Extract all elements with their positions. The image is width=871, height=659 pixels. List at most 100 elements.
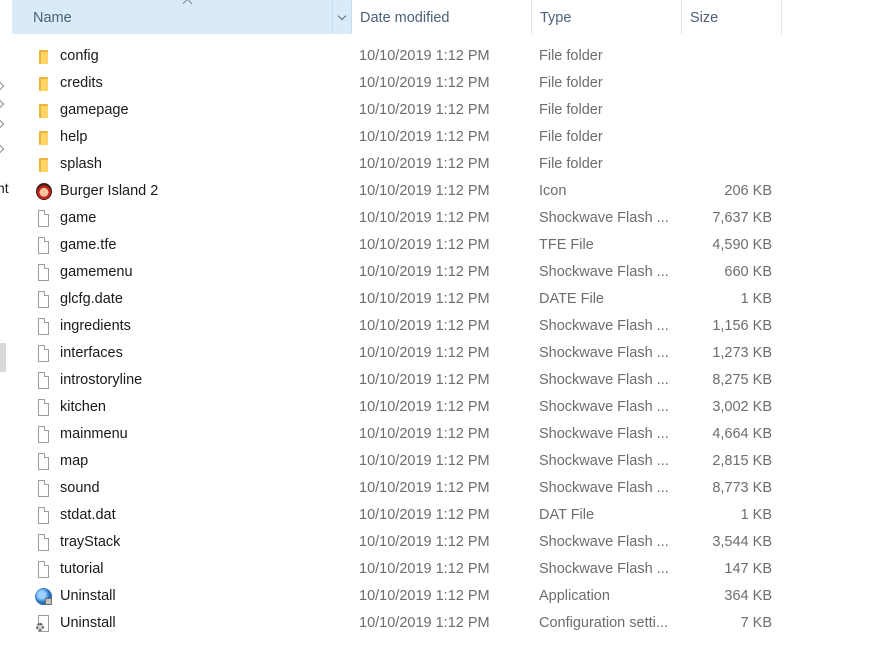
file-date-modified: 10/10/2019 1:12 PM	[359, 291, 490, 307]
file-date-modified: 10/10/2019 1:12 PM	[359, 399, 490, 415]
list-item[interactable]: sound 10/10/2019 1:12 PM Shockwave Flash…	[0, 475, 871, 502]
file-date-modified: 10/10/2019 1:12 PM	[359, 102, 490, 118]
blank-file-icon	[35, 561, 53, 579]
file-date-modified: 10/10/2019 1:12 PM	[359, 615, 490, 631]
list-item[interactable]: Uninstall 10/10/2019 1:12 PM Application…	[0, 583, 871, 610]
file-name: Uninstall	[60, 588, 116, 604]
file-type: Shockwave Flash ...	[539, 453, 669, 469]
file-date-modified: 10/10/2019 1:12 PM	[359, 453, 490, 469]
blank-file-icon	[35, 345, 53, 363]
column-header-date-modified[interactable]: Date modified	[352, 0, 532, 34]
uninstaller-globe-icon	[35, 588, 53, 606]
file-date-modified: 10/10/2019 1:12 PM	[359, 129, 490, 145]
file-name: Uninstall	[60, 615, 116, 631]
file-type: DAT File	[539, 507, 595, 523]
list-item[interactable]: interfaces 10/10/2019 1:12 PM Shockwave …	[0, 340, 871, 367]
file-type: File folder	[539, 102, 603, 118]
list-item[interactable]: glcfg.date 10/10/2019 1:12 PM DATE File …	[0, 286, 871, 313]
list-item[interactable]: stdat.dat 10/10/2019 1:12 PM DAT File 1 …	[0, 502, 871, 529]
file-size	[672, 124, 772, 151]
column-header-name-label: Name	[33, 10, 72, 26]
file-type: Configuration setti...	[539, 615, 668, 631]
file-size: 7 KB	[740, 615, 772, 631]
file-size: 364 KB	[724, 588, 772, 604]
column-header-size-label: Size	[690, 10, 719, 26]
file-name: splash	[60, 156, 102, 172]
file-type: Shockwave Flash ...	[539, 561, 669, 577]
list-item[interactable]: map 10/10/2019 1:12 PM Shockwave Flash .…	[0, 448, 871, 475]
file-type: File folder	[539, 156, 603, 172]
file-type: Application	[539, 588, 610, 604]
list-item[interactable]: gamemenu 10/10/2019 1:12 PM Shockwave Fl…	[0, 259, 871, 286]
file-name: kitchen	[60, 399, 106, 415]
file-type: Shockwave Flash ...	[539, 345, 669, 361]
file-type: DATE File	[539, 291, 604, 307]
list-item[interactable]: trayStack 10/10/2019 1:12 PM Shockwave F…	[0, 529, 871, 556]
list-item[interactable]: introstoryline 10/10/2019 1:12 PM Shockw…	[0, 367, 871, 394]
list-item[interactable]: game.tfe 10/10/2019 1:12 PM TFE File 4,5…	[0, 232, 871, 259]
list-item[interactable]: game 10/10/2019 1:12 PM Shockwave Flash …	[0, 205, 871, 232]
list-item[interactable]: kitchen 10/10/2019 1:12 PM Shockwave Fla…	[0, 394, 871, 421]
column-header: Name Date modified Type Size	[12, 0, 782, 34]
column-header-type-label: Type	[540, 10, 572, 26]
file-type: Shockwave Flash ...	[539, 318, 669, 334]
file-size: 660 KB	[724, 264, 772, 280]
file-date-modified: 10/10/2019 1:12 PM	[359, 183, 490, 199]
file-name: ingredients	[60, 318, 131, 334]
file-type: File folder	[539, 48, 603, 64]
file-name: tutorial	[60, 561, 104, 577]
list-item[interactable]: Burger Island 2 10/10/2019 1:12 PM Icon …	[0, 178, 871, 205]
list-item[interactable]: mainmenu 10/10/2019 1:12 PM Shockwave Fl…	[0, 421, 871, 448]
blank-file-icon	[35, 264, 53, 282]
blank-file-icon	[35, 237, 53, 255]
file-type: TFE File	[539, 237, 594, 253]
blank-file-icon	[35, 399, 53, 417]
file-name: gamepage	[60, 102, 129, 118]
blank-file-icon	[35, 534, 53, 552]
list-item[interactable]: gamepage 10/10/2019 1:12 PM File folder	[0, 97, 871, 124]
folder-icon	[35, 129, 53, 147]
list-item[interactable]: tutorial 10/10/2019 1:12 PM Shockwave Fl…	[0, 556, 871, 583]
folder-icon	[35, 75, 53, 93]
file-size: 3,544 KB	[712, 534, 772, 550]
game-character-icon	[35, 183, 53, 201]
file-name: mainmenu	[60, 426, 128, 442]
file-date-modified: 10/10/2019 1:12 PM	[359, 75, 490, 91]
file-type: Icon	[539, 183, 567, 199]
list-item[interactable]: help 10/10/2019 1:12 PM File folder	[0, 124, 871, 151]
file-name: game.tfe	[60, 237, 117, 253]
file-date-modified: 10/10/2019 1:12 PM	[359, 345, 490, 361]
column-header-size[interactable]: Size	[682, 0, 782, 34]
file-size	[672, 43, 772, 70]
file-date-modified: 10/10/2019 1:12 PM	[359, 507, 490, 523]
file-name: stdat.dat	[60, 507, 116, 523]
file-name: Burger Island 2	[60, 183, 159, 199]
file-size	[672, 97, 772, 124]
file-type: Shockwave Flash ...	[539, 426, 669, 442]
list-item[interactable]: config 10/10/2019 1:12 PM File folder	[0, 43, 871, 70]
blank-file-icon	[35, 291, 53, 309]
column-header-name[interactable]: Name	[12, 0, 352, 34]
file-size: 4,590 KB	[712, 237, 772, 253]
file-type: Shockwave Flash ...	[539, 480, 669, 496]
file-size: 8,275 KB	[712, 372, 772, 388]
file-type: Shockwave Flash ...	[539, 210, 669, 226]
column-header-type[interactable]: Type	[532, 0, 682, 34]
list-item[interactable]: Uninstall 10/10/2019 1:12 PM Configurati…	[0, 610, 871, 637]
list-item[interactable]: credits 10/10/2019 1:12 PM File folder	[0, 70, 871, 97]
file-size: 7,637 KB	[712, 210, 772, 226]
file-date-modified: 10/10/2019 1:12 PM	[359, 480, 490, 496]
file-date-modified: 10/10/2019 1:12 PM	[359, 372, 490, 388]
file-date-modified: 10/10/2019 1:12 PM	[359, 210, 490, 226]
list-item[interactable]: splash 10/10/2019 1:12 PM File folder	[0, 151, 871, 178]
file-type: Shockwave Flash ...	[539, 534, 669, 550]
file-name: sound	[60, 480, 100, 496]
list-item[interactable]: ingredients 10/10/2019 1:12 PM Shockwave…	[0, 313, 871, 340]
folder-icon	[35, 156, 53, 174]
file-name: credits	[60, 75, 103, 91]
file-date-modified: 10/10/2019 1:12 PM	[359, 264, 490, 280]
column-filter-chevron-down-icon[interactable]	[332, 0, 353, 34]
file-name: config	[60, 48, 99, 64]
blank-file-icon	[35, 210, 53, 228]
file-type: File folder	[539, 75, 603, 91]
